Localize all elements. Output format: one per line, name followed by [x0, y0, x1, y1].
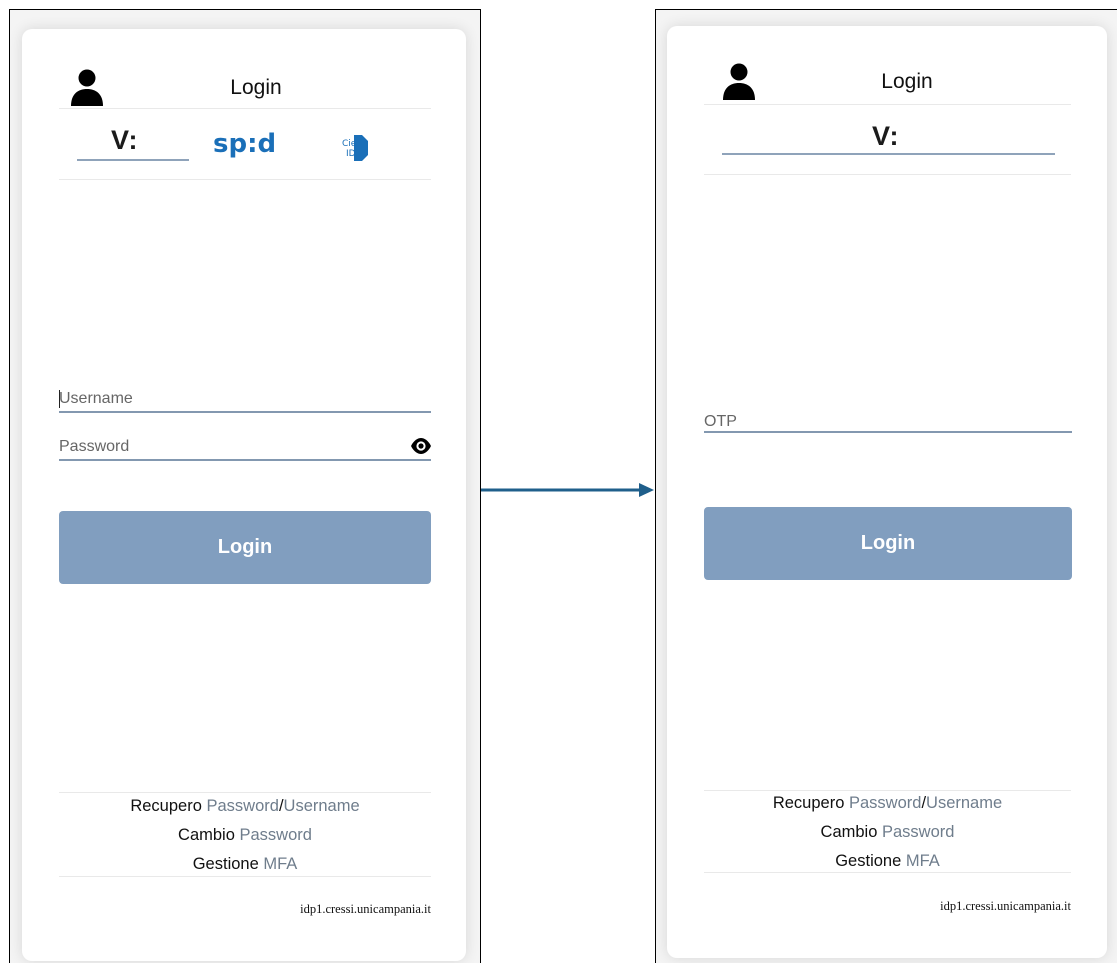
tab-spid[interactable]: sp:d [213, 129, 276, 159]
footer-bottom-divider [704, 872, 1071, 873]
username-input[interactable] [59, 387, 431, 411]
password-recovery-row: Recupero Password/Username [59, 792, 431, 821]
login-button[interactable]: Login [59, 511, 431, 584]
cie-logo-text: ID [346, 149, 356, 159]
change-password-row: Cambio Password [59, 821, 431, 850]
manage-mfa-link[interactable]: MFA [263, 855, 297, 873]
manage-prefix: Gestione [835, 852, 902, 870]
tab-vanvitelli[interactable]: V: [111, 125, 139, 156]
tabs-divider [704, 174, 1071, 175]
host-label: idp1.cressi.unicampania.it [300, 902, 431, 916]
otp-login-card: Login V: Login Recupero Password/Usernam… [667, 26, 1107, 958]
manage-mfa-link[interactable]: MFA [906, 852, 940, 870]
manage-prefix: Gestione [192, 855, 259, 873]
username-underline [59, 411, 431, 413]
recovery-prefix: Recupero [772, 794, 845, 812]
change-password-row: Cambio Password [704, 818, 1071, 847]
password-input[interactable] [59, 435, 431, 459]
tab-vanvitelli[interactable]: V: [872, 121, 900, 152]
login-header: Login [722, 61, 1092, 101]
password-recovery-row: Recupero Password/Username [704, 789, 1071, 818]
password-underline [59, 459, 431, 461]
change-prefix: Cambio [820, 823, 878, 841]
password-field[interactable] [59, 435, 431, 461]
otp-underline [704, 431, 1072, 433]
recover-password-link[interactable]: Password [849, 794, 921, 812]
login-card: Login V: sp:d Cie ID Login [22, 29, 466, 961]
footer-links: Recupero Password/Username Cambio Passwo… [704, 789, 1071, 876]
otp-field[interactable] [704, 410, 1072, 436]
right-screenshot-frame: Login V: Login Recupero Password/Usernam… [655, 9, 1117, 963]
page-title: Login [230, 76, 282, 99]
change-prefix: Cambio [178, 826, 235, 844]
page-title: Login [881, 70, 933, 93]
tabs-divider [59, 179, 431, 180]
cie-logo-text: Cie [342, 139, 357, 149]
left-screenshot-frame: Login V: sp:d Cie ID Login [9, 9, 481, 963]
header-divider [704, 104, 1071, 105]
login-button[interactable]: Login [704, 507, 1072, 580]
recover-username-link[interactable]: Username [284, 797, 360, 815]
footer-links: Recupero Password/Username Cambio Passwo… [59, 792, 431, 879]
manage-mfa-row: Gestione MFA [59, 850, 431, 879]
change-password-link[interactable]: Password [882, 823, 954, 841]
host-label: idp1.cressi.unicampania.it [940, 899, 1071, 913]
change-password-link[interactable]: Password [240, 826, 312, 844]
eye-icon[interactable] [410, 437, 432, 455]
recover-username-link[interactable]: Username [926, 794, 1002, 812]
footer-bottom-divider [59, 876, 431, 877]
username-field[interactable] [59, 387, 431, 413]
recover-password-link[interactable]: Password [206, 797, 278, 815]
header-divider [59, 108, 431, 109]
active-tab-indicator [77, 159, 189, 161]
login-header: Login [70, 67, 442, 107]
tab-cie-id[interactable]: Cie ID [340, 133, 370, 163]
recovery-prefix: Recupero [130, 797, 202, 815]
transition-arrow [481, 483, 654, 497]
active-tab-indicator [722, 153, 1055, 155]
text-cursor [59, 390, 60, 408]
